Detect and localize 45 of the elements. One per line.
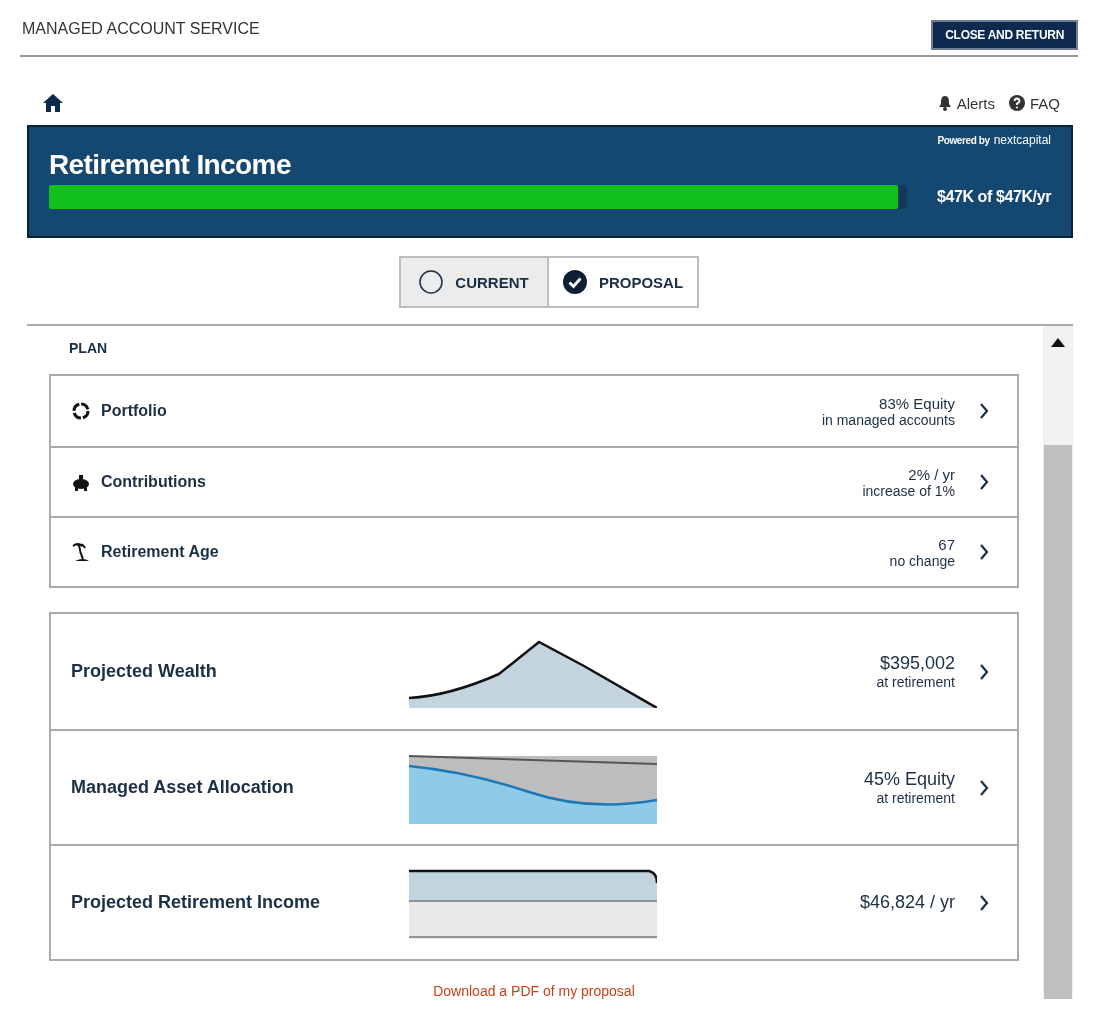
chevron-right-icon [979,473,989,491]
income-reading: $47K of $47K/yr [936,188,1051,206]
metric-label: Projected Wealth [71,661,217,681]
chevron-right-icon [979,662,989,681]
plan-item-label: Retirement Age [101,543,219,561]
plan-item-label: Contributions [101,473,206,491]
brand-logo: nextcapital [993,133,1051,147]
home-icon[interactable] [42,93,64,113]
powered-by-label: Powered by [937,135,990,146]
help-icon [1009,95,1025,111]
nav-link[interactable]: Alerts [937,94,995,112]
metric-value: $395,002 [879,653,955,674]
view-toggle[interactable]: CURRENT [399,256,549,308]
palm-tree-icon [71,542,91,562]
piggy-bank-icon [71,473,91,491]
plan-item-value: 83% Equity [879,394,955,412]
plan-item-note: increase of 1% [862,482,955,499]
page-title: MANAGED ACCOUNT SERVICE [22,20,260,38]
plan-item-value: 67 [938,535,955,553]
scroll-up-icon[interactable] [1051,338,1065,347]
nav-link[interactable]: FAQ [1009,94,1060,112]
metric-note: at retirement [876,790,955,806]
banner-title: Retirement Income [49,149,292,181]
section-label: PLAN [69,340,109,356]
metric-note: at retirement [876,674,955,690]
metric-label: Projected Retirement Income [71,892,321,912]
metric-value: $46,824 / yr [859,892,955,913]
check-circle-icon [562,270,587,294]
chevron-right-icon [979,543,989,561]
plan-item-value: 2% / yr [908,465,955,483]
chevron-right-icon [979,893,989,912]
plan-item-note: in managed accounts [821,411,955,428]
chevron-right-icon [979,402,989,420]
download-pdf-link[interactable]: Download a PDF of my proposal [433,983,635,999]
scrollbar-thumb[interactable] [1044,445,1072,999]
close-and-return-button[interactable]: CLOSE AND RETURN [931,20,1078,50]
metric-value: 45% Equity [863,769,955,790]
bell-icon [937,95,952,111]
metric-label: Managed Asset Allocation [71,777,294,797]
plan-item-label: Portfolio [101,402,167,420]
empty-circle-icon [419,270,444,294]
plan-item-note: no change [889,552,955,569]
ring-chart-icon [71,401,91,421]
chevron-right-icon [979,778,989,797]
view-toggle[interactable]: PROPOSAL [549,256,699,308]
